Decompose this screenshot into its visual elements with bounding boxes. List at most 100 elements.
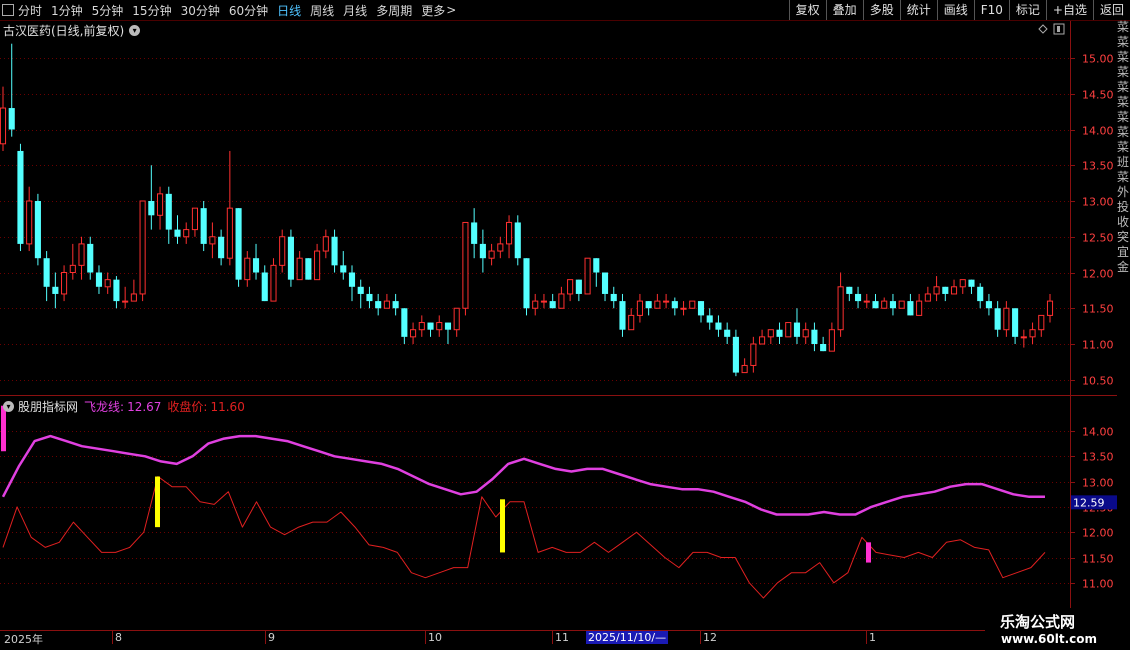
period-tab[interactable]: 更多 [421,2,445,19]
candle-body [575,279,582,294]
candle-body [732,336,739,373]
layout-grid-icon[interactable] [2,4,14,16]
candle-body [567,279,574,295]
candle-body [174,229,181,237]
current-value-tag-label: 12.59 [1073,496,1105,509]
period-tab[interactable]: 5分钟 [92,2,124,19]
candle-body [549,301,556,309]
date-tick-mark [700,631,701,644]
candle-body [375,301,382,309]
candle-body [305,258,312,280]
diamond-icon [1038,24,1048,34]
date-tick-label: 1 [869,631,876,644]
feilong-value: 12.67 [127,399,162,414]
toolbar-action-button[interactable]: 多股 [862,0,900,20]
candle-body [17,150,24,244]
toolbar-action-button[interactable]: 画线 [936,0,974,20]
period-tab[interactable]: 30分钟 [181,2,220,19]
candle-body [994,308,1001,330]
y-tick-label: 13.00 [1082,477,1114,490]
top-toolbar: 分时 1分钟 5分钟 15分钟 30分钟 60分钟 日线 周线 月线 多周期 更多 > 复权 叠加 多股统… [0,0,1130,21]
candle-body [907,301,914,316]
candle-body [156,193,164,216]
candle-body [314,250,321,281]
candle-body [418,322,425,331]
candle-body [776,329,783,337]
date-tick-label: 12 [703,631,717,644]
period-tab[interactable]: 周线 [310,2,334,19]
candle-body [802,329,809,338]
y-tick-label: 12.50 [1082,232,1114,245]
period-tab[interactable]: 分时 [18,2,42,19]
candle-body [706,315,713,323]
toolbar-action-button[interactable]: 统计 [899,0,937,20]
candle-body [1038,314,1045,331]
toolbar-action-button[interactable]: 标记 [1008,0,1046,20]
candle-body [846,286,853,294]
candle-body [741,364,748,374]
candle-body [95,272,103,287]
period-tabs: 分时 1分钟 5分钟 15分钟 30分钟 60分钟 日线 周线 月线 多周期 更多 > [2,0,465,20]
candle-body [820,344,827,352]
period-tab[interactable]: 多周期 [376,2,412,19]
candle-body [61,272,68,295]
chevron-down-icon[interactable]: ▾ [129,25,141,36]
candle-body [942,286,949,294]
chart-canvas[interactable]: 15.00 14.50 14.00 13.50 13.00 12.50 12.00 11.50… [0,0,1130,650]
candle-body [916,300,923,316]
candle-body [436,322,443,331]
candle-body [854,293,862,302]
candle-body [767,329,774,338]
candle-body [366,293,373,302]
period-tab[interactable]: 1分钟 [51,2,83,19]
candle-body [950,286,958,295]
candle-body [540,300,548,303]
candle-body [724,329,731,337]
panel-toggle-icon-bar [1057,26,1060,32]
period-tab[interactable]: 15分钟 [132,2,171,19]
candle-body [130,293,137,302]
candle-body [759,336,766,345]
candle-body [715,322,722,330]
date-tick-mark [866,631,867,644]
chevron-down-icon[interactable]: ▾ [3,401,14,412]
chevron-right-icon[interactable]: > [446,3,456,17]
candle-body [628,314,635,331]
toolbar-action-button[interactable]: 返回 [1092,0,1130,20]
candle-body [1046,300,1054,316]
stock-title: 古汉医药(日线,前复权) [3,24,125,38]
candle-body [453,307,460,331]
candle-body [558,293,565,309]
toolbar-action-button[interactable]: F10 [973,0,1009,20]
toolbar-action-button[interactable]: +自选 [1045,0,1093,20]
candle-body [488,250,495,259]
candle-body [78,243,85,266]
candle-body [898,300,905,309]
period-tab[interactable]: 日线 [277,2,301,19]
candle-body [837,286,844,331]
candle-body [200,208,207,244]
watermark-title: 乐淘公式网 [1000,613,1076,631]
toolbar-action-button[interactable]: 叠加 [825,0,863,20]
candle-body [593,258,600,273]
toolbar-action-button[interactable]: 复权 [788,0,826,20]
period-tab[interactable]: 60分钟 [229,2,268,19]
candle-body [270,264,277,302]
candle-body [340,265,347,273]
candle-body [471,222,478,244]
candle-body [610,293,617,302]
candle-body [52,286,59,294]
candle-body [619,301,626,330]
candle-body [148,201,155,216]
candle-body [462,221,469,309]
signal-bar [866,542,871,563]
candle-body [654,300,661,309]
date-tick-label: 11 [555,631,569,644]
y-tick-label: 14.50 [1082,89,1114,102]
period-tab[interactable]: 月线 [343,2,367,19]
candle-body [959,279,966,288]
candle-body [331,236,338,266]
candle-body [968,279,975,287]
date-cursor-label: 2025/11/10/— [586,631,669,644]
candle-body [479,243,486,259]
